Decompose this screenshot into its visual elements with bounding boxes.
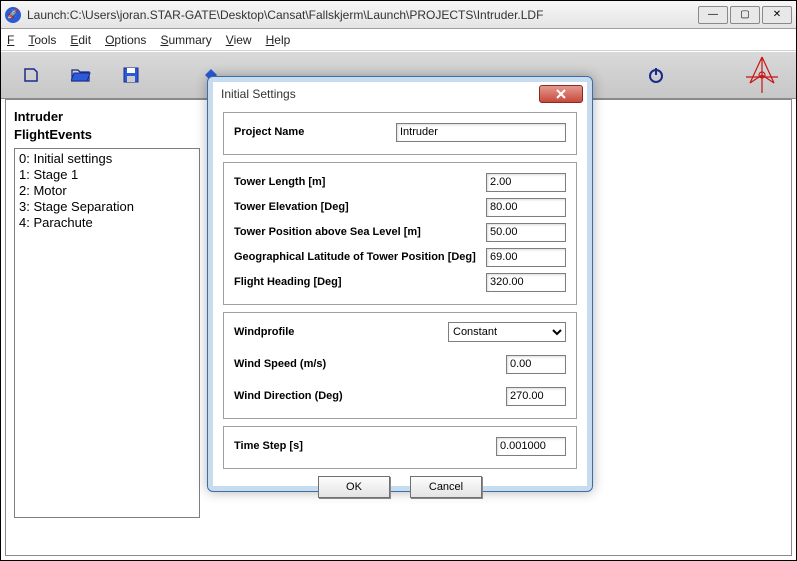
tower-elev-label: Tower Elevation [Deg] bbox=[234, 201, 486, 213]
side-panel: Intruder FlightEvents 0: Initial setting… bbox=[14, 108, 200, 518]
project-label: Intruder bbox=[14, 108, 200, 126]
maximize-button[interactable]: ▢ bbox=[730, 6, 760, 24]
project-name-input[interactable] bbox=[396, 123, 566, 142]
side-header: Intruder FlightEvents bbox=[14, 108, 200, 144]
menu-tools[interactable]: Tools bbox=[28, 33, 56, 47]
dialog-titlebar[interactable]: Initial Settings bbox=[213, 82, 587, 106]
logo-icon bbox=[740, 53, 784, 97]
tower-length-input[interactable] bbox=[486, 173, 566, 192]
dialog-buttons: OK Cancel bbox=[223, 476, 577, 498]
project-name-label: Project Name bbox=[234, 126, 396, 138]
lat-label: Geographical Latitude of Tower Position … bbox=[234, 251, 486, 263]
windspeed-label: Wind Speed (m/s) bbox=[234, 358, 506, 370]
project-group: Project Name bbox=[223, 112, 577, 155]
save-icon[interactable] bbox=[121, 65, 141, 85]
initial-settings-dialog: Initial Settings Project Name Tower Leng… bbox=[207, 76, 593, 492]
ok-button[interactable]: OK bbox=[318, 476, 390, 498]
windprofile-label: Windprofile bbox=[234, 326, 448, 338]
close-button[interactable]: ✕ bbox=[762, 6, 792, 24]
windprofile-select[interactable]: Constant bbox=[448, 322, 566, 342]
minimize-button[interactable]: — bbox=[698, 6, 728, 24]
tower-length-label: Tower Length [m] bbox=[234, 176, 486, 188]
menubar: F Tools Edit Options Summary View Help bbox=[1, 29, 796, 51]
cancel-button[interactable]: Cancel bbox=[410, 476, 482, 498]
dialog-close-button[interactable] bbox=[539, 85, 583, 103]
window-title: Launch:C:\Users\joran.STAR-GATE\Desktop\… bbox=[27, 8, 698, 22]
app-window: 🚀 Launch:C:\Users\joran.STAR-GATE\Deskto… bbox=[0, 0, 797, 561]
close-icon bbox=[555, 89, 567, 99]
timestep-group: Time Step [s] bbox=[223, 426, 577, 469]
menu-view[interactable]: View bbox=[226, 33, 252, 47]
list-item[interactable]: 0: Initial settings bbox=[19, 151, 195, 167]
power-icon[interactable] bbox=[646, 65, 666, 85]
list-item[interactable]: 3: Stage Separation bbox=[19, 199, 195, 215]
menu-options[interactable]: Options bbox=[105, 33, 146, 47]
app-icon: 🚀 bbox=[5, 7, 21, 23]
event-list[interactable]: 0: Initial settings 1: Stage 1 2: Motor … bbox=[14, 148, 200, 518]
tower-elev-input[interactable] bbox=[486, 198, 566, 217]
heading-input[interactable] bbox=[486, 273, 566, 292]
menu-help[interactable]: Help bbox=[266, 33, 291, 47]
list-item[interactable]: 2: Motor bbox=[19, 183, 195, 199]
tower-group: Tower Length [m] Tower Elevation [Deg] T… bbox=[223, 162, 577, 305]
wind-group: Windprofile Constant Wind Speed (m/s) Wi… bbox=[223, 312, 577, 419]
timestep-label: Time Step [s] bbox=[234, 440, 496, 452]
windspeed-input[interactable] bbox=[506, 355, 566, 374]
dialog-body: Project Name Tower Length [m] Tower Elev… bbox=[213, 106, 587, 504]
lat-input[interactable] bbox=[486, 248, 566, 267]
open-icon[interactable] bbox=[71, 65, 91, 85]
tower-pos-input[interactable] bbox=[486, 223, 566, 242]
section-label: FlightEvents bbox=[14, 126, 200, 144]
winddir-label: Wind Direction (Deg) bbox=[234, 390, 506, 402]
dialog-title: Initial Settings bbox=[217, 87, 539, 101]
titlebar: 🚀 Launch:C:\Users\joran.STAR-GATE\Deskto… bbox=[1, 1, 796, 29]
timestep-input[interactable] bbox=[496, 437, 566, 456]
list-item[interactable]: 1: Stage 1 bbox=[19, 167, 195, 183]
window-controls: — ▢ ✕ bbox=[698, 6, 792, 24]
tower-pos-label: Tower Position above Sea Level [m] bbox=[234, 226, 486, 238]
menu-file[interactable]: F bbox=[7, 33, 14, 47]
new-icon[interactable] bbox=[21, 65, 41, 85]
menu-summary[interactable]: Summary bbox=[160, 33, 211, 47]
menu-edit[interactable]: Edit bbox=[70, 33, 91, 47]
winddir-input[interactable] bbox=[506, 387, 566, 406]
list-item[interactable]: 4: Parachute bbox=[19, 215, 195, 231]
heading-label: Flight Heading [Deg] bbox=[234, 276, 486, 288]
